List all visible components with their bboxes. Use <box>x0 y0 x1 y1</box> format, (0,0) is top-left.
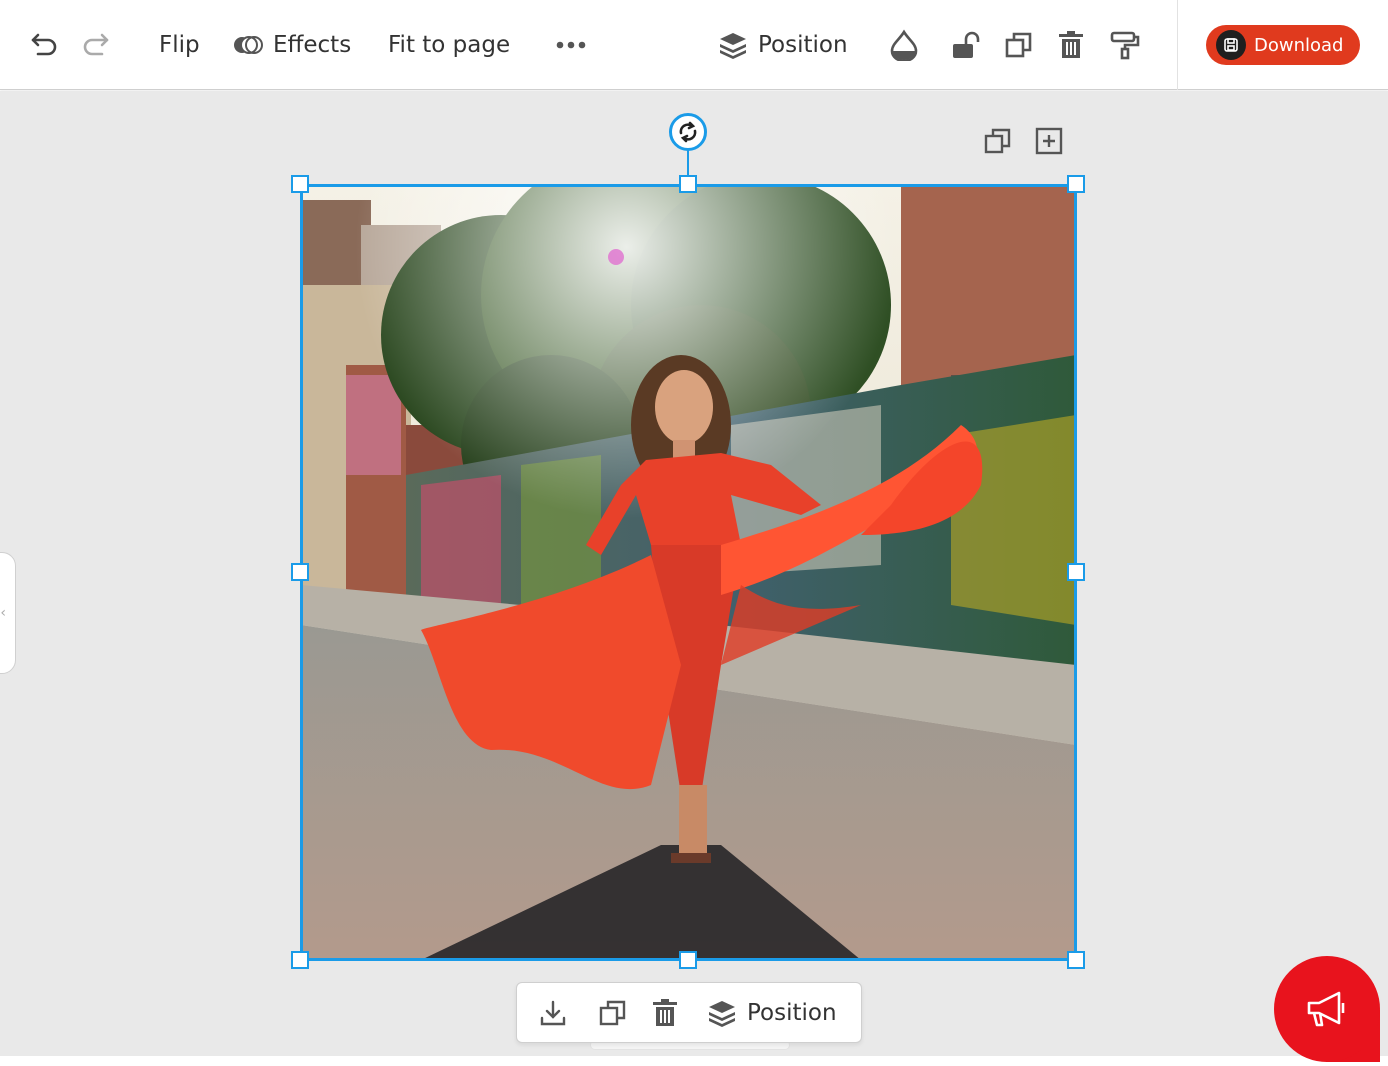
download-icon <box>540 1000 566 1025</box>
download-label: Download <box>1254 34 1344 56</box>
paint-roller-icon <box>1110 31 1140 60</box>
resize-handle-bottom-left[interactable] <box>291 951 309 969</box>
flip-label: Flip <box>159 32 200 58</box>
footer-strip <box>0 1056 1388 1066</box>
effects-button[interactable]: Effects <box>233 0 351 90</box>
fit-to-page-label: Fit to page <box>388 32 511 58</box>
redo-button[interactable] <box>80 0 112 90</box>
effects-icon <box>234 36 263 54</box>
duplicate-button[interactable] <box>1005 0 1033 90</box>
position-button[interactable]: Position <box>718 0 848 90</box>
duplicate-page-button[interactable] <box>983 126 1013 156</box>
photo-illustration <box>301 185 1076 960</box>
announcements-button[interactable] <box>1274 956 1380 1062</box>
ctx-duplicate-button[interactable] <box>599 983 627 1042</box>
rotate-handle[interactable] <box>669 113 707 151</box>
transparency-button[interactable] <box>889 0 919 90</box>
delete-button[interactable] <box>1057 0 1085 90</box>
ctx-position-button[interactable]: Position <box>707 983 837 1042</box>
resize-handle-left[interactable] <box>291 563 309 581</box>
add-page-button[interactable] <box>1034 126 1064 156</box>
resize-handle-top[interactable] <box>679 175 697 193</box>
add-page-icon <box>1035 127 1063 155</box>
layers-icon <box>720 33 746 59</box>
effects-label: Effects <box>273 32 352 58</box>
position-label: Position <box>758 32 848 58</box>
resize-handle-top-left[interactable] <box>291 175 309 193</box>
ctx-download-button[interactable] <box>539 983 567 1042</box>
resize-handle-top-right[interactable] <box>1067 175 1085 193</box>
rotate-icon <box>679 121 697 143</box>
duplicate-icon <box>984 128 1011 154</box>
ctx-position-label: Position <box>747 999 837 1026</box>
resize-handle-right[interactable] <box>1067 563 1085 581</box>
save-icon <box>1216 30 1246 60</box>
trash-icon <box>653 998 677 1026</box>
trash-icon <box>1059 31 1083 58</box>
fit-to-page-button[interactable]: Fit to page <box>388 0 510 90</box>
duplicate-icon <box>1005 32 1032 58</box>
megaphone-icon <box>1307 991 1345 1027</box>
toolbar-divider <box>1177 0 1178 90</box>
flip-button[interactable]: Flip <box>159 0 200 90</box>
transparency-icon <box>890 29 918 61</box>
ctx-delete-button[interactable] <box>651 983 679 1042</box>
download-button[interactable]: Download <box>1206 25 1360 65</box>
layers-icon <box>709 1000 735 1027</box>
undo-button[interactable] <box>28 0 60 90</box>
selected-image[interactable] <box>301 185 1076 960</box>
resize-handle-bottom-right[interactable] <box>1067 951 1085 969</box>
top-toolbar: Flip Effects Fit to page Position Downlo… <box>0 0 1388 90</box>
more-horizontal-icon <box>556 41 586 49</box>
undo-icon <box>31 33 57 56</box>
chevron-left-icon: ‹ <box>0 605 6 621</box>
more-button[interactable] <box>556 0 586 90</box>
resize-handle-bottom[interactable] <box>679 951 697 969</box>
redo-icon <box>83 33 109 56</box>
unlock-icon <box>953 31 980 58</box>
element-context-bar: Position <box>516 982 862 1043</box>
duplicate-icon <box>599 1000 626 1025</box>
side-panel-toggle[interactable]: ‹ <box>0 552 16 674</box>
format-painter-button[interactable] <box>1110 0 1140 90</box>
lock-button[interactable] <box>951 0 981 90</box>
